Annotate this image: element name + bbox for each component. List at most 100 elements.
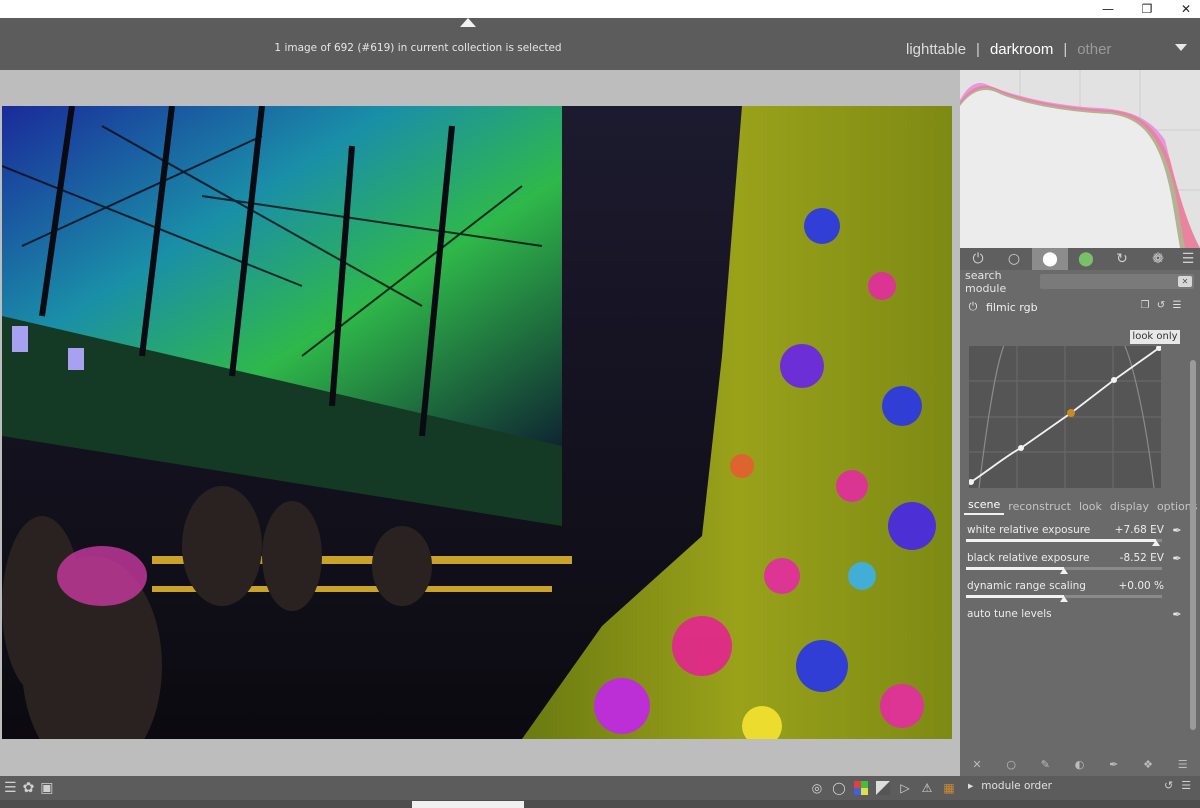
reset-icon[interactable]: ↺	[1164, 779, 1173, 792]
histogram-graph	[960, 70, 1200, 248]
view-switcher: lighttable | darkroom | other	[900, 38, 1117, 60]
slider-track[interactable]	[966, 539, 1162, 546]
view-darkroom[interactable]: darkroom	[984, 41, 1059, 58]
tab-look[interactable]: look	[1075, 500, 1106, 515]
filmstrip-collapsed	[0, 800, 1200, 808]
expand-arrow-icon: ▸	[968, 780, 974, 792]
clear-icon[interactable]: ✕	[1178, 276, 1192, 287]
blend-toolbar: ✕ ○ ✎ ◐ ✒ ❖ ☰	[960, 754, 1200, 774]
auto-tune-label: auto tune levels	[967, 608, 1052, 620]
group-correct[interactable]: ↻	[1104, 248, 1140, 270]
blend-drawn-parametric-icon[interactable]: ✒	[1109, 758, 1118, 771]
search-row: search module ✕	[960, 269, 1200, 295]
lightbulb-icon[interactable]: ◯	[830, 779, 848, 797]
softproof-icon[interactable]	[874, 779, 892, 797]
filmstrip-toggle[interactable]	[412, 801, 524, 808]
module-name: filmic rgb	[986, 300, 1038, 314]
group-base[interactable]: ○	[996, 248, 1032, 270]
group-effect[interactable]: ❁	[1140, 248, 1176, 270]
look-only-label: look only	[1130, 330, 1180, 344]
tab-reconstruct[interactable]: reconstruct	[1004, 500, 1075, 515]
presets-icon[interactable]: ☰	[1181, 779, 1191, 792]
group-active-modules[interactable]: ⏻	[960, 248, 996, 270]
slider-white-relative-exposure[interactable]: white relative exposure +7.68 EV ✒	[966, 524, 1186, 552]
group-tone[interactable]: ⬤	[1032, 248, 1068, 270]
presets-icon[interactable]: ☰	[1171, 300, 1183, 314]
blend-drawn-icon[interactable]: ✎	[1041, 758, 1050, 771]
slider-label: white relative exposure	[967, 524, 1091, 536]
slider-fill	[966, 539, 1156, 542]
selection-info: 1 image of 692 (#619) in current collect…	[274, 42, 562, 54]
slider-dynamic-range-scaling[interactable]: dynamic range scaling +0.00 %	[966, 580, 1186, 608]
view-lighttable[interactable]: lighttable	[900, 41, 972, 58]
effect-icon: ❁	[1152, 251, 1164, 267]
blend-uniform-icon[interactable]: ○	[1006, 758, 1016, 771]
minimize-icon: —	[1102, 2, 1114, 16]
blend-raster-icon[interactable]: ❖	[1143, 758, 1153, 771]
search-input[interactable]	[1040, 274, 1194, 289]
footer-left-tools: ☰ ✿ ▣	[4, 780, 54, 796]
close-button[interactable]: ✕	[1166, 0, 1200, 18]
module-order-label: module order	[981, 780, 1052, 792]
slider-value: +7.68 EV	[1114, 524, 1164, 536]
slider-marker[interactable]	[1060, 596, 1068, 602]
auto-tune-levels-row[interactable]: auto tune levels ✒	[966, 608, 1186, 636]
module-tabs: scene reconstruct look display options	[964, 497, 1197, 515]
color-picker-icon[interactable]: ✒	[1170, 608, 1184, 622]
slider-marker[interactable]	[1060, 568, 1068, 574]
blend-menu-icon[interactable]: ☰	[1178, 758, 1188, 771]
view-other[interactable]: other	[1071, 41, 1117, 58]
module-order[interactable]: ▸ module order	[968, 780, 1052, 792]
color-assessment-icon[interactable]	[852, 779, 870, 797]
circle-icon: ○	[1007, 251, 1021, 267]
quick-access-icon[interactable]: ☰	[4, 780, 17, 796]
close-icon: ✕	[1180, 2, 1192, 16]
styles-icon[interactable]: ✿	[23, 780, 35, 796]
slider-marker[interactable]	[1152, 540, 1160, 546]
restore-button[interactable]: ❐	[1127, 0, 1167, 18]
blend-off-icon[interactable]: ✕	[972, 758, 981, 771]
multi-instance-icon[interactable]: ❐	[1139, 300, 1151, 314]
restore-icon: ❐	[1141, 2, 1153, 16]
module-groups-bar: ⏻ ○ ⬤ ⬤ ↻ ❁ ☰	[960, 248, 1200, 270]
slider-track[interactable]	[966, 595, 1162, 602]
slider-track[interactable]	[966, 567, 1162, 574]
photo-image	[2, 106, 952, 739]
view-separator: |	[976, 40, 980, 58]
slider-value: +0.00 %	[1118, 580, 1165, 592]
slider-fill	[966, 567, 1064, 570]
module-power-icon[interactable]: ⏻	[964, 298, 982, 316]
second-window-icon[interactable]: ▣	[40, 780, 53, 796]
footer-view-tools: ◎ ◯ ▷ ⚠ ▦	[808, 779, 958, 797]
right-panel-scrollbar[interactable]	[1190, 360, 1196, 730]
color-wheel-icon: ⬤	[1078, 251, 1094, 267]
blend-parametric-icon[interactable]: ◐	[1075, 758, 1085, 771]
collapse-top-panel-arrow[interactable]	[460, 18, 476, 27]
warning-icon[interactable]: ⚠	[918, 779, 936, 797]
slider-value: -8.52 EV	[1119, 552, 1164, 564]
histogram[interactable]	[960, 70, 1200, 248]
focus-peaking-icon[interactable]: ◎	[808, 779, 826, 797]
filmic-curve	[968, 335, 1162, 489]
color-picker-icon[interactable]: ✒	[1170, 552, 1184, 566]
gamut-check-icon[interactable]: ▷	[896, 779, 914, 797]
tab-scene[interactable]: scene	[964, 498, 1005, 515]
view-separator: |	[1063, 40, 1068, 58]
slider-label: dynamic range scaling	[967, 580, 1086, 592]
slider-fill	[966, 595, 1064, 598]
slider-label: black relative exposure	[967, 552, 1090, 564]
group-presets[interactable]: ☰	[1176, 248, 1200, 270]
minimize-button[interactable]: —	[1088, 0, 1128, 18]
window-titlebar	[0, 0, 1200, 18]
photo-canvas[interactable]	[2, 106, 952, 739]
tab-display[interactable]: display	[1106, 500, 1153, 515]
filmic-curve-graph[interactable]	[968, 335, 1162, 489]
power-icon: ⏻	[972, 251, 984, 267]
group-color[interactable]: ⬤	[1068, 248, 1104, 270]
slider-black-relative-exposure[interactable]: black relative exposure -8.52 EV ✒	[966, 552, 1186, 580]
reset-icon[interactable]: ↺	[1155, 300, 1167, 314]
views-dropdown-icon[interactable]	[1175, 44, 1187, 51]
filled-circle-icon: ⬤	[1042, 251, 1058, 267]
guides-icon[interactable]: ▦	[940, 779, 958, 797]
color-picker-icon[interactable]: ✒	[1170, 524, 1184, 538]
